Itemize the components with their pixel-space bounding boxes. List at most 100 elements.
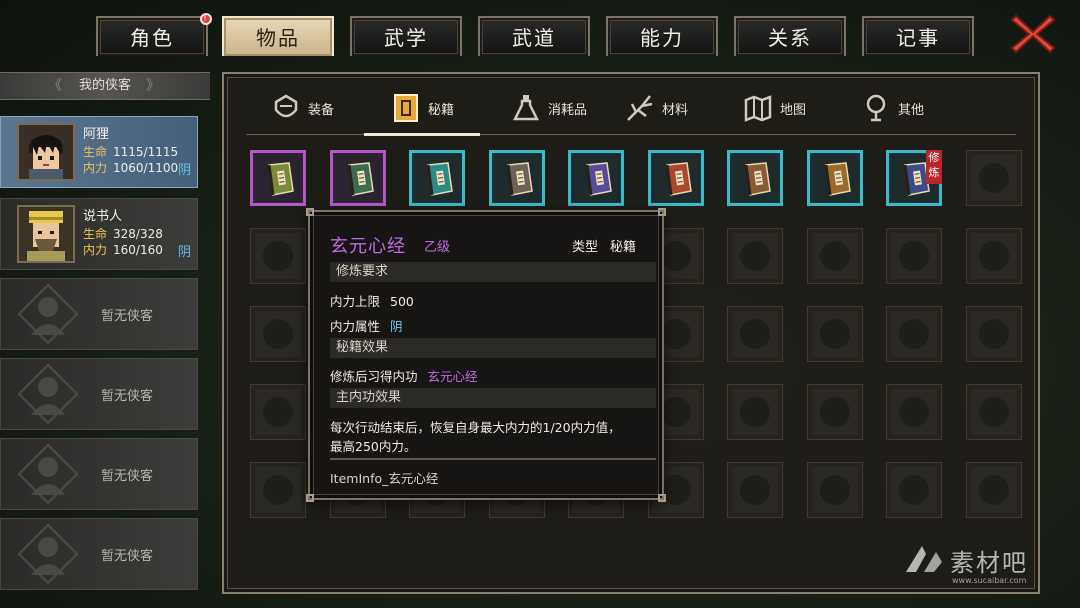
category-tab-equipment[interactable]: 装备 xyxy=(270,88,334,128)
hp-stat: 生命 328/328 xyxy=(83,225,163,242)
empty-inventory-cell[interactable] xyxy=(886,306,942,362)
tab-martial-arts[interactable]: 武学 xyxy=(350,16,462,56)
hp-stat: 生命 1115/1115 xyxy=(83,143,178,160)
item-type-label: 类型 xyxy=(572,240,599,255)
tab-martial-path[interactable]: 武道 xyxy=(478,16,590,56)
empty-inventory-cell[interactable] xyxy=(250,462,306,518)
category-label: 其他 xyxy=(898,102,925,118)
book-icon xyxy=(347,162,374,196)
book-icon xyxy=(267,162,294,196)
cell-socket xyxy=(899,241,929,271)
effect-line: 修炼后习得内功 玄元心经 xyxy=(330,366,478,385)
item-type: 类型 秘籍 xyxy=(572,236,636,255)
cell-socket xyxy=(263,241,293,271)
category-tab-consumables[interactable]: 消耗品 xyxy=(510,88,587,128)
empty-inventory-cell[interactable] xyxy=(965,150,1022,206)
inventory-item[interactable] xyxy=(568,150,624,206)
empty-inventory-cell[interactable] xyxy=(965,462,1022,518)
tab-relations[interactable]: 关系 xyxy=(734,16,846,56)
empty-slot-label: 暂无侠客 xyxy=(101,389,154,404)
empty-inventory-cell[interactable] xyxy=(806,228,863,284)
empty-slot-label: 暂无侠客 xyxy=(101,309,154,324)
cell-socket xyxy=(819,397,850,427)
empty-character-slot[interactable]: 暂无侠客 xyxy=(0,278,198,350)
character-slot[interactable]: 阿狸 生命 1115/1115 内力 1060/1100 阴 xyxy=(0,116,198,188)
category-tab-materials[interactable]: 材料 xyxy=(624,88,688,128)
inventory-item[interactable] xyxy=(806,150,863,206)
inventory-item[interactable] xyxy=(727,150,783,206)
empty-character-slot[interactable]: 暂无侠客 xyxy=(0,358,198,430)
cell-socket xyxy=(819,241,850,271)
empty-inventory-cell[interactable] xyxy=(806,384,863,440)
empty-inventory-cell[interactable] xyxy=(965,384,1022,440)
empty-inventory-cell[interactable] xyxy=(727,228,783,284)
empty-inventory-cell[interactable] xyxy=(250,384,306,440)
map-icon xyxy=(744,95,772,122)
empty-inventory-cell[interactable] xyxy=(965,306,1022,362)
chevron-left-icon[interactable]: 《 xyxy=(48,73,62,99)
empty-slot-label: 暂无侠客 xyxy=(101,469,154,484)
main-effect-description: 每次行动结束后，恢复自身最大内力的1/20内力值， 最高250内力。 xyxy=(330,418,650,456)
cell-socket xyxy=(819,319,850,349)
empty-inventory-cell[interactable] xyxy=(727,462,783,518)
empty-inventory-cell[interactable] xyxy=(886,228,942,284)
chevron-right-icon[interactable]: 》 xyxy=(146,73,160,99)
cell-socket xyxy=(899,475,929,505)
inventory-item[interactable] xyxy=(250,150,306,206)
inventory-item[interactable] xyxy=(409,150,465,206)
tab-abilities[interactable]: 能力 xyxy=(606,16,718,56)
empty-inventory-cell[interactable] xyxy=(727,384,783,440)
category-tab-maps[interactable]: 地图 xyxy=(742,88,806,128)
manual-icon xyxy=(394,94,418,122)
inventory-item[interactable] xyxy=(488,150,545,206)
empty-character-slot[interactable]: 暂无侠客 xyxy=(0,518,198,590)
inventory-item[interactable]: 修炼 xyxy=(886,150,942,206)
empty-inventory-cell[interactable] xyxy=(886,384,942,440)
category-tab-misc[interactable]: 其他 xyxy=(860,88,924,128)
inventory-item[interactable] xyxy=(647,150,704,206)
empty-character-slot[interactable]: 暂无侠客 xyxy=(0,438,198,510)
silhouette-icon xyxy=(17,363,79,425)
character-slot[interactable]: 说书人 生命 328/328 内力 160/160 阴 xyxy=(0,198,198,270)
category-tab-manuals[interactable]: 秘籍 xyxy=(390,88,454,128)
book-icon xyxy=(744,162,771,196)
tab-items-label: 物品 xyxy=(256,26,300,50)
effect-label: 修炼后习得内功 xyxy=(330,369,418,384)
watermark-logo-icon xyxy=(906,546,942,572)
tab-items[interactable]: 物品 xyxy=(222,16,334,56)
book-icon xyxy=(665,162,692,196)
empty-inventory-cell[interactable] xyxy=(806,306,863,362)
req-attr-label: 内力属性 xyxy=(330,319,381,334)
tab-character[interactable]: 角色 ! xyxy=(96,13,212,56)
hp-value: 328/328 xyxy=(113,227,163,241)
close-button[interactable] xyxy=(1010,12,1056,56)
empty-inventory-cell[interactable] xyxy=(965,228,1022,284)
tab-journal[interactable]: 记事 xyxy=(862,16,974,56)
potion-icon xyxy=(512,95,540,121)
book-icon xyxy=(824,162,851,196)
empty-inventory-cell[interactable] xyxy=(250,306,306,362)
character-list-header: 《 我的侠客 》 xyxy=(0,72,210,100)
mp-stat: 内力 160/160 xyxy=(83,241,163,258)
equipment-icon xyxy=(274,94,298,118)
category-label: 材料 xyxy=(662,102,689,118)
tab-journal-label: 记事 xyxy=(896,26,940,50)
herb-icon xyxy=(627,95,653,121)
empty-inventory-cell[interactable] xyxy=(250,228,306,284)
cell-socket xyxy=(819,475,850,505)
cell-socket xyxy=(660,241,691,271)
empty-inventory-cell[interactable] xyxy=(727,306,783,362)
inventory-item[interactable] xyxy=(329,150,386,206)
section-requirements: 修炼要求 xyxy=(330,262,656,282)
mp-label: 内力 xyxy=(83,243,108,257)
cell-socket xyxy=(660,319,691,349)
empty-inventory-cell[interactable] xyxy=(886,462,942,518)
mp-label: 内力 xyxy=(83,161,108,175)
effect-value: 玄元心经 xyxy=(427,369,478,384)
watermark-text: 素材吧 xyxy=(950,548,1028,577)
mp-value: 160/160 xyxy=(113,243,163,257)
empty-inventory-cell[interactable] xyxy=(806,462,863,518)
mp-stat: 内力 1060/1100 xyxy=(83,159,178,176)
tab-martial-arts-label: 武学 xyxy=(384,26,428,50)
cell-socket xyxy=(978,475,1009,505)
